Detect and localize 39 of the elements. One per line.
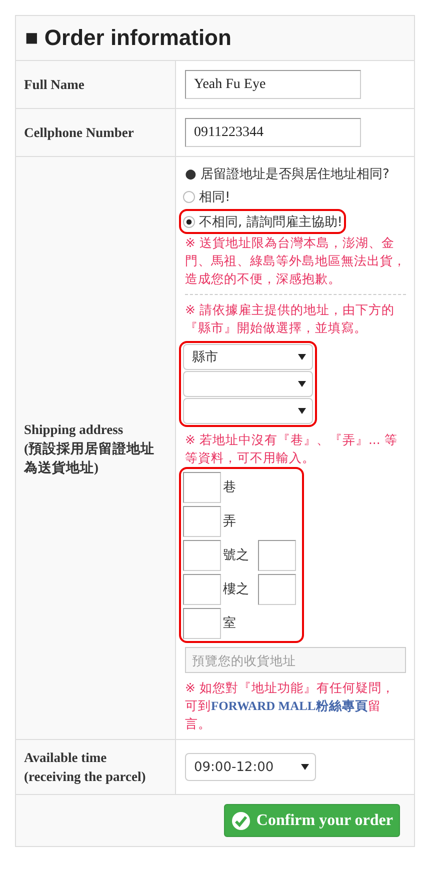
preview-field[interactable]: 預覽您的收貨地址	[185, 647, 406, 673]
radio-icon[interactable]	[183, 216, 195, 228]
section-title: ■ Order information	[25, 25, 232, 51]
input-field[interactable]	[258, 540, 296, 570]
fan-page-link[interactable]: FORWARD MALL粉絲專頁	[211, 699, 368, 713]
caret-icon	[301, 764, 309, 770]
question-text: ● 居留證地址是否與居住地址相同?	[185, 166, 390, 184]
caret-icon	[298, 354, 306, 360]
text-field[interactable]: Yeah Fu Eye	[185, 70, 361, 99]
dropdown[interactable]	[183, 371, 313, 397]
field-label: Shipping address (預設採用居留證地址為送貨地址)	[24, 420, 156, 476]
field-label: Available time (receiving the parcel)	[24, 749, 147, 786]
input-field[interactable]	[183, 540, 221, 570]
input-field[interactable]	[258, 574, 296, 604]
dropdown[interactable]: 09:00-12:00	[185, 753, 316, 781]
instruction-text: ※ 請依據雇主提供的地址，由下方的『縣市』開始做選擇，並填寫。	[185, 301, 396, 337]
field-label: 弄	[223, 513, 237, 530]
radio-option[interactable]: 相同!	[183, 187, 230, 206]
field-label: 號之	[223, 547, 250, 564]
input-field[interactable]	[183, 506, 221, 536]
note-text: ※ 若地址中沒有『巷』、『弄』... 等等資料，可不用輸入。	[185, 431, 398, 467]
input-field[interactable]	[183, 608, 221, 638]
radio-icon[interactable]	[183, 190, 195, 202]
field-label: 樓之	[223, 581, 250, 598]
field-label: Full Name	[24, 76, 86, 94]
caret-icon	[298, 381, 306, 387]
field-label: Cellphone Number	[24, 124, 135, 142]
field-label: 室	[223, 615, 237, 632]
field-label: 巷	[223, 479, 237, 496]
dropdown[interactable]	[183, 398, 313, 424]
check-circle-icon	[231, 810, 252, 830]
input-field[interactable]	[183, 574, 221, 604]
input-field[interactable]	[183, 472, 221, 502]
radio-option[interactable]: 不相同, 請詢問雇主協助!	[183, 212, 342, 231]
help-text: ※ 如您對『地址功能』有任何疑問，可到FORWARD MALL粉絲專頁留言。	[185, 679, 396, 733]
dropdown[interactable]: 縣市	[183, 344, 313, 370]
text-field[interactable]: 0911223344	[185, 118, 361, 147]
notice-text: ※ 送貨地址限為台灣本島，澎湖、金門、馬祖、綠島等外島地區無法出貨，造成您的不便，深感抱歉。	[185, 234, 406, 288]
caret-icon	[298, 408, 306, 414]
